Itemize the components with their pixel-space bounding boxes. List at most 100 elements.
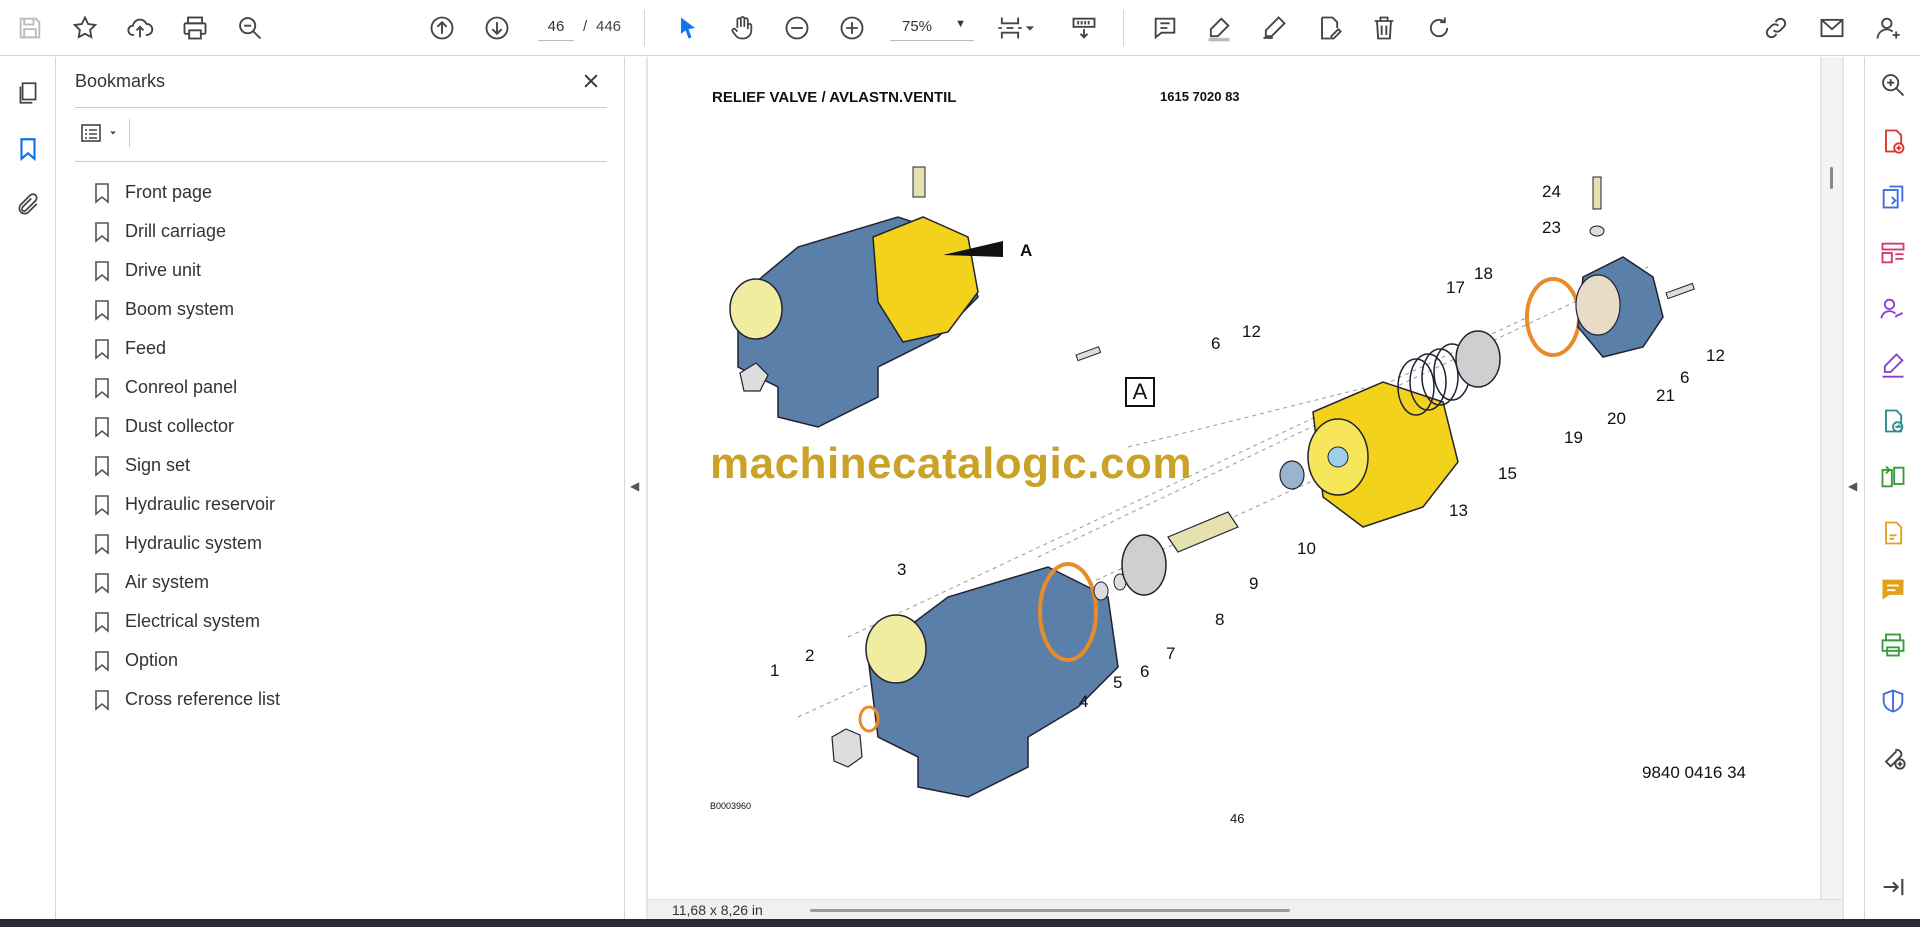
- draw-icon[interactable]: [1254, 8, 1294, 48]
- scroll-mode-icon[interactable]: [1064, 8, 1104, 48]
- bookmark-item[interactable]: Dust collector: [93, 407, 593, 446]
- zoom-dropdown[interactable]: 75% ▼: [890, 13, 974, 41]
- nipple: [1589, 176, 1605, 237]
- bookmark-options-button[interactable]: [75, 117, 123, 149]
- highlight-icon[interactable]: [1199, 8, 1239, 48]
- assembly-preview: [729, 166, 1003, 428]
- send-review-icon[interactable]: [1875, 403, 1911, 439]
- chevron-down-icon[interactable]: [1020, 8, 1040, 48]
- bookmark-item[interactable]: Front page: [93, 173, 593, 212]
- bookmark-item[interactable]: Conreol panel: [93, 368, 593, 407]
- page-up-icon[interactable]: [422, 8, 462, 48]
- bookmark-icon: [95, 221, 109, 243]
- bookmark-item[interactable]: Feed: [93, 329, 593, 368]
- bookmark-list: Front page Drill carriage Drive unit Boo…: [93, 173, 593, 719]
- cloud-upload-icon[interactable]: [120, 8, 160, 48]
- callout-label: 6: [1680, 368, 1689, 387]
- zoom-search-icon[interactable]: [1875, 67, 1911, 103]
- attachment-icon[interactable]: [10, 187, 46, 223]
- comment-icon[interactable]: [1145, 8, 1185, 48]
- collapse-right-panel-button[interactable]: ◀: [1844, 57, 1864, 919]
- callout-label: 9: [1249, 574, 1258, 593]
- toolbar-divider: [644, 10, 645, 46]
- list-options-icon: [81, 124, 101, 142]
- callout-label: 15: [1498, 464, 1517, 483]
- edit-pdf-icon[interactable]: [1875, 515, 1911, 551]
- horizontal-scrollbar[interactable]: [810, 909, 1290, 912]
- pump-body: [865, 566, 1119, 798]
- print-icon[interactable]: [175, 8, 215, 48]
- page-thumbnails-icon[interactable]: [10, 75, 46, 111]
- bookmark-icon: [95, 650, 109, 672]
- bookmark-item[interactable]: Electrical system: [93, 602, 593, 641]
- save-icon[interactable]: [10, 8, 50, 48]
- protect-icon[interactable]: [1875, 683, 1911, 719]
- delete-icon[interactable]: [1364, 8, 1404, 48]
- bookmark-item[interactable]: Hydraulic system: [93, 524, 593, 563]
- callout-label: 21: [1656, 386, 1675, 405]
- callout-label: 8: [1215, 610, 1224, 629]
- account-icon[interactable]: [1868, 8, 1908, 48]
- find-icon[interactable]: [230, 8, 270, 48]
- callout-label: 18: [1474, 264, 1493, 283]
- bookmark-item[interactable]: Air system: [93, 563, 593, 602]
- comment-tool-icon[interactable]: [1875, 571, 1911, 607]
- bookmark-icon[interactable]: [10, 131, 46, 167]
- compare-files-icon[interactable]: [1875, 459, 1911, 495]
- expand-panel-icon[interactable]: [1875, 869, 1911, 905]
- hand-icon[interactable]: [722, 8, 762, 48]
- fill-sign-icon[interactable]: [1875, 347, 1911, 383]
- bookmark-icon: [95, 338, 109, 360]
- bookmark-item[interactable]: Cross reference list: [93, 680, 593, 719]
- callout-label: 7: [1166, 644, 1175, 663]
- page-number: 46: [1230, 811, 1245, 826]
- rotate-icon[interactable]: [1419, 8, 1459, 48]
- close-icon[interactable]: [577, 67, 605, 95]
- bookmark-label: Boom system: [125, 299, 235, 319]
- share-link-icon[interactable]: [1756, 8, 1796, 48]
- collapse-left-panel-button[interactable]: ◀: [626, 57, 646, 919]
- zoom-out-icon[interactable]: [777, 8, 817, 48]
- bookmark-icon: [95, 455, 109, 477]
- export-pdf-icon[interactable]: [1875, 179, 1911, 215]
- bookmark-item[interactable]: Drill carriage: [93, 212, 593, 251]
- plug-and-washer: [831, 705, 880, 768]
- left-navigation-rail: [0, 57, 56, 919]
- spring-plate: [1455, 330, 1501, 388]
- bookmark-icon: [95, 611, 109, 633]
- select-cursor-icon[interactable]: [668, 8, 708, 48]
- star-icon[interactable]: [65, 8, 105, 48]
- page-number-input[interactable]: [538, 13, 574, 41]
- chevron-down-icon: [110, 131, 116, 135]
- scrollbar-thumb[interactable]: [1830, 167, 1833, 189]
- organize-pages-icon[interactable]: [1875, 235, 1911, 271]
- bookmark-label: Cross reference list: [125, 689, 281, 709]
- bookmark-item[interactable]: Sign set: [93, 446, 593, 485]
- page-down-icon[interactable]: [477, 8, 517, 48]
- bookmark-label: Electrical system: [125, 611, 261, 631]
- bookmark-item[interactable]: Drive unit: [93, 251, 593, 290]
- email-icon[interactable]: [1812, 8, 1852, 48]
- callout-label: 23: [1542, 218, 1561, 237]
- bookmark-item[interactable]: Boom system: [93, 290, 593, 329]
- bookmark-icon: [95, 299, 109, 321]
- bookmark-item[interactable]: Hydraulic reservoir: [93, 485, 593, 524]
- bookmark-item[interactable]: Option: [93, 641, 593, 680]
- gasket-upper: [1525, 277, 1581, 357]
- bookmarks-title: Bookmarks: [75, 71, 166, 91]
- bookmark-icon: [95, 533, 109, 555]
- create-pdf-icon[interactable]: [1875, 123, 1911, 159]
- request-signatures-icon[interactable]: [1875, 291, 1911, 327]
- chevron-left-icon: ◀: [1848, 479, 1858, 493]
- callout-label: 2: [805, 646, 814, 665]
- bookmark-label: Front page: [125, 182, 213, 202]
- washers: [1093, 573, 1127, 601]
- zoom-in-icon[interactable]: [832, 8, 872, 48]
- bookmark-label: Drive unit: [125, 260, 202, 280]
- document-page: RELIEF VALVE / AVLASTN.VENTIL 1615 7020 …: [648, 57, 1820, 899]
- print-production-icon[interactable]: [1875, 627, 1911, 663]
- edit-text-icon[interactable]: [1309, 8, 1349, 48]
- more-tools-icon[interactable]: [1875, 739, 1911, 775]
- vertical-scrollbar[interactable]: [1822, 57, 1842, 899]
- valve-stem: [1167, 511, 1239, 553]
